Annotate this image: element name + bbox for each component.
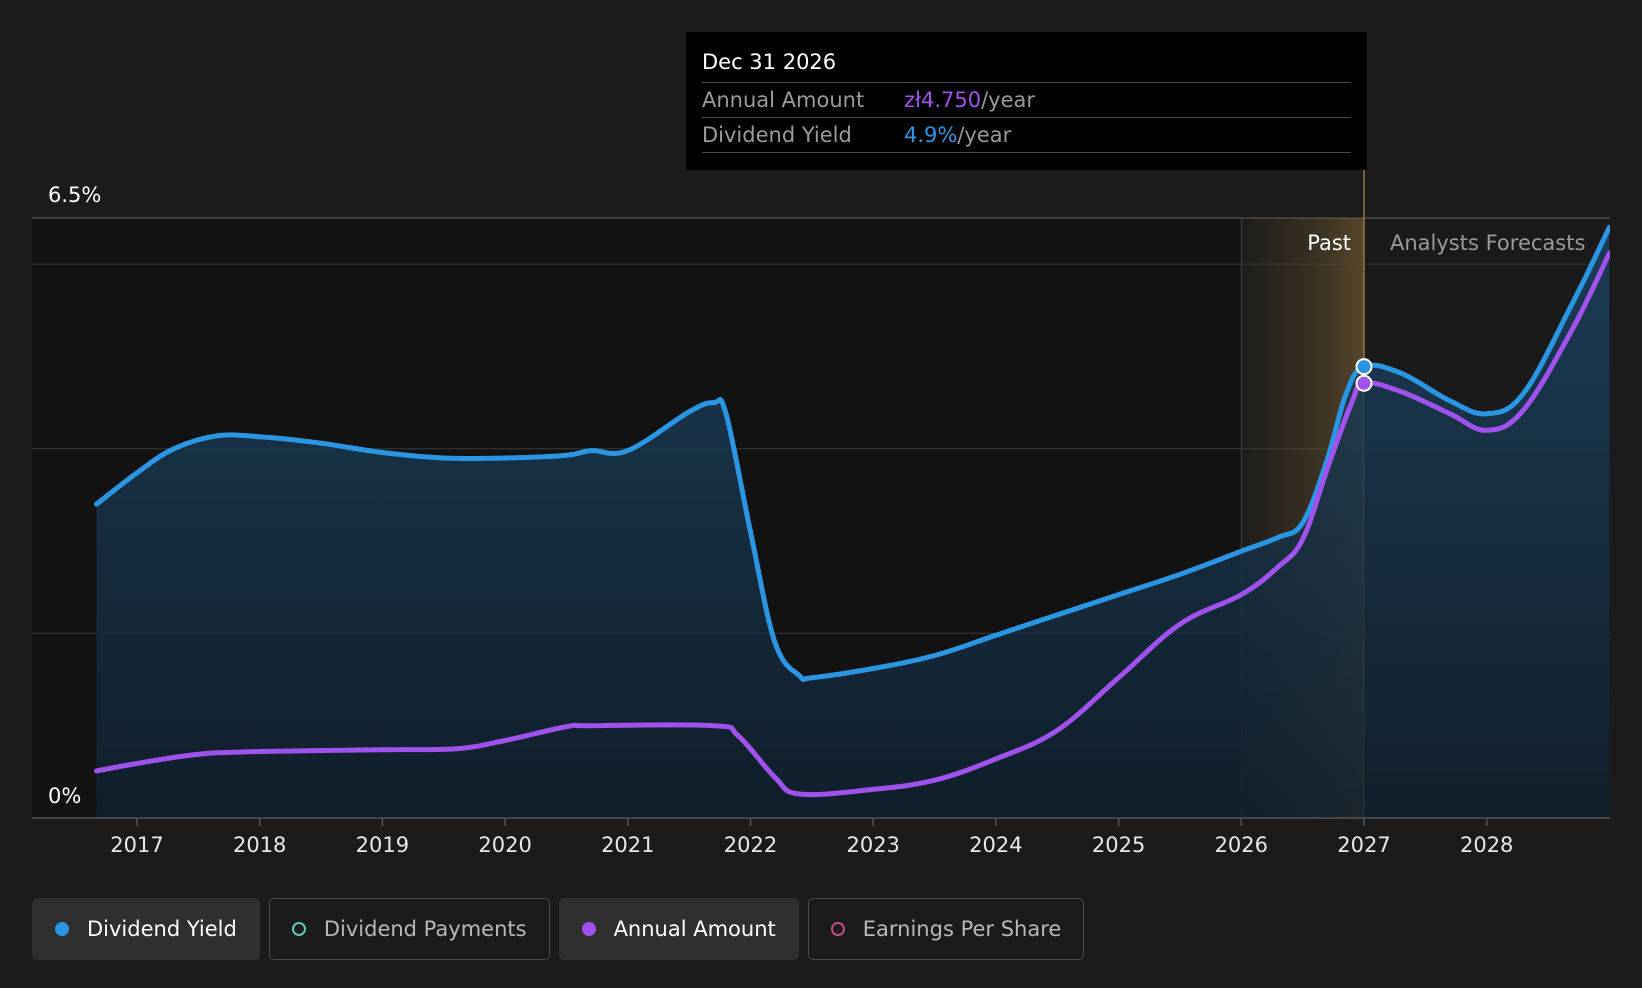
legend-annual-amount-label: Annual Amount: [613, 917, 776, 941]
forecast-label: Analysts Forecasts: [1390, 231, 1585, 255]
legend-dividend-payments-button[interactable]: Dividend Payments: [268, 898, 550, 960]
legend-dividend-yield-label: Dividend Yield: [87, 917, 237, 941]
x-tick-label: 2027: [1337, 833, 1390, 857]
legend-dividend-payments-ring-icon: [291, 922, 306, 936]
legend-earnings-per-share-button[interactable]: Earnings Per Share: [807, 898, 1085, 960]
chart-tooltip: Dec 31 2026 Annual Amount zł4.750 /year …: [686, 32, 1367, 170]
legend-dividend-payments-label: Dividend Payments: [323, 917, 527, 941]
legend-earnings-per-share-label: Earnings Per Share: [862, 917, 1062, 941]
x-tick-label: 2023: [846, 833, 899, 857]
x-tick-label: 2026: [1215, 833, 1268, 857]
legend-annual-amount-dot-icon: [581, 922, 596, 936]
tooltip-annual-amount-unit: /year: [981, 88, 1036, 112]
x-tick-label: 2024: [969, 833, 1022, 857]
legend-annual-amount-button[interactable]: Annual Amount: [558, 898, 799, 960]
legend-dividend-yield-dot-icon: [55, 922, 69, 936]
legend-earnings-per-share-ring-icon: [830, 922, 845, 936]
tooltip-row-annual-amount: Annual Amount zł4.750 /year: [702, 83, 1351, 118]
tooltip-row-dividend-yield: Dividend Yield 4.9% /year: [702, 118, 1351, 153]
x-tick-label: 2025: [1092, 833, 1145, 857]
tooltip-dividend-yield-label: Dividend Yield: [702, 123, 852, 147]
x-tick-label: 2017: [110, 833, 163, 857]
tooltip-annual-amount-value: zł4.750: [904, 88, 982, 112]
past-label: Past: [1307, 231, 1351, 255]
legend-dividend-yield-button[interactable]: Dividend Yield: [32, 898, 260, 960]
tooltip-dividend-yield-value: 4.9%: [904, 123, 958, 147]
annual-amount-marker: [1355, 374, 1373, 392]
chart-legend: Dividend Yield Dividend Payments Annual …: [32, 898, 1085, 960]
tooltip-dividend-yield-unit: /year: [957, 123, 1012, 147]
x-tick-label: 2019: [356, 833, 409, 857]
x-tick-label: 2020: [478, 833, 531, 857]
y-tick-label: 0%: [48, 784, 81, 808]
x-tick-label: 2018: [233, 833, 286, 857]
x-tick-label: 2028: [1460, 833, 1513, 857]
y-tick-label: 6.5%: [48, 183, 101, 207]
tooltip-annual-amount-label: Annual Amount: [702, 88, 865, 112]
x-tick-label: 2022: [724, 833, 777, 857]
dividend-yield-marker: [1355, 358, 1373, 376]
tooltip-date: Dec 31 2026: [702, 46, 1351, 83]
x-tick-label: 2021: [601, 833, 654, 857]
